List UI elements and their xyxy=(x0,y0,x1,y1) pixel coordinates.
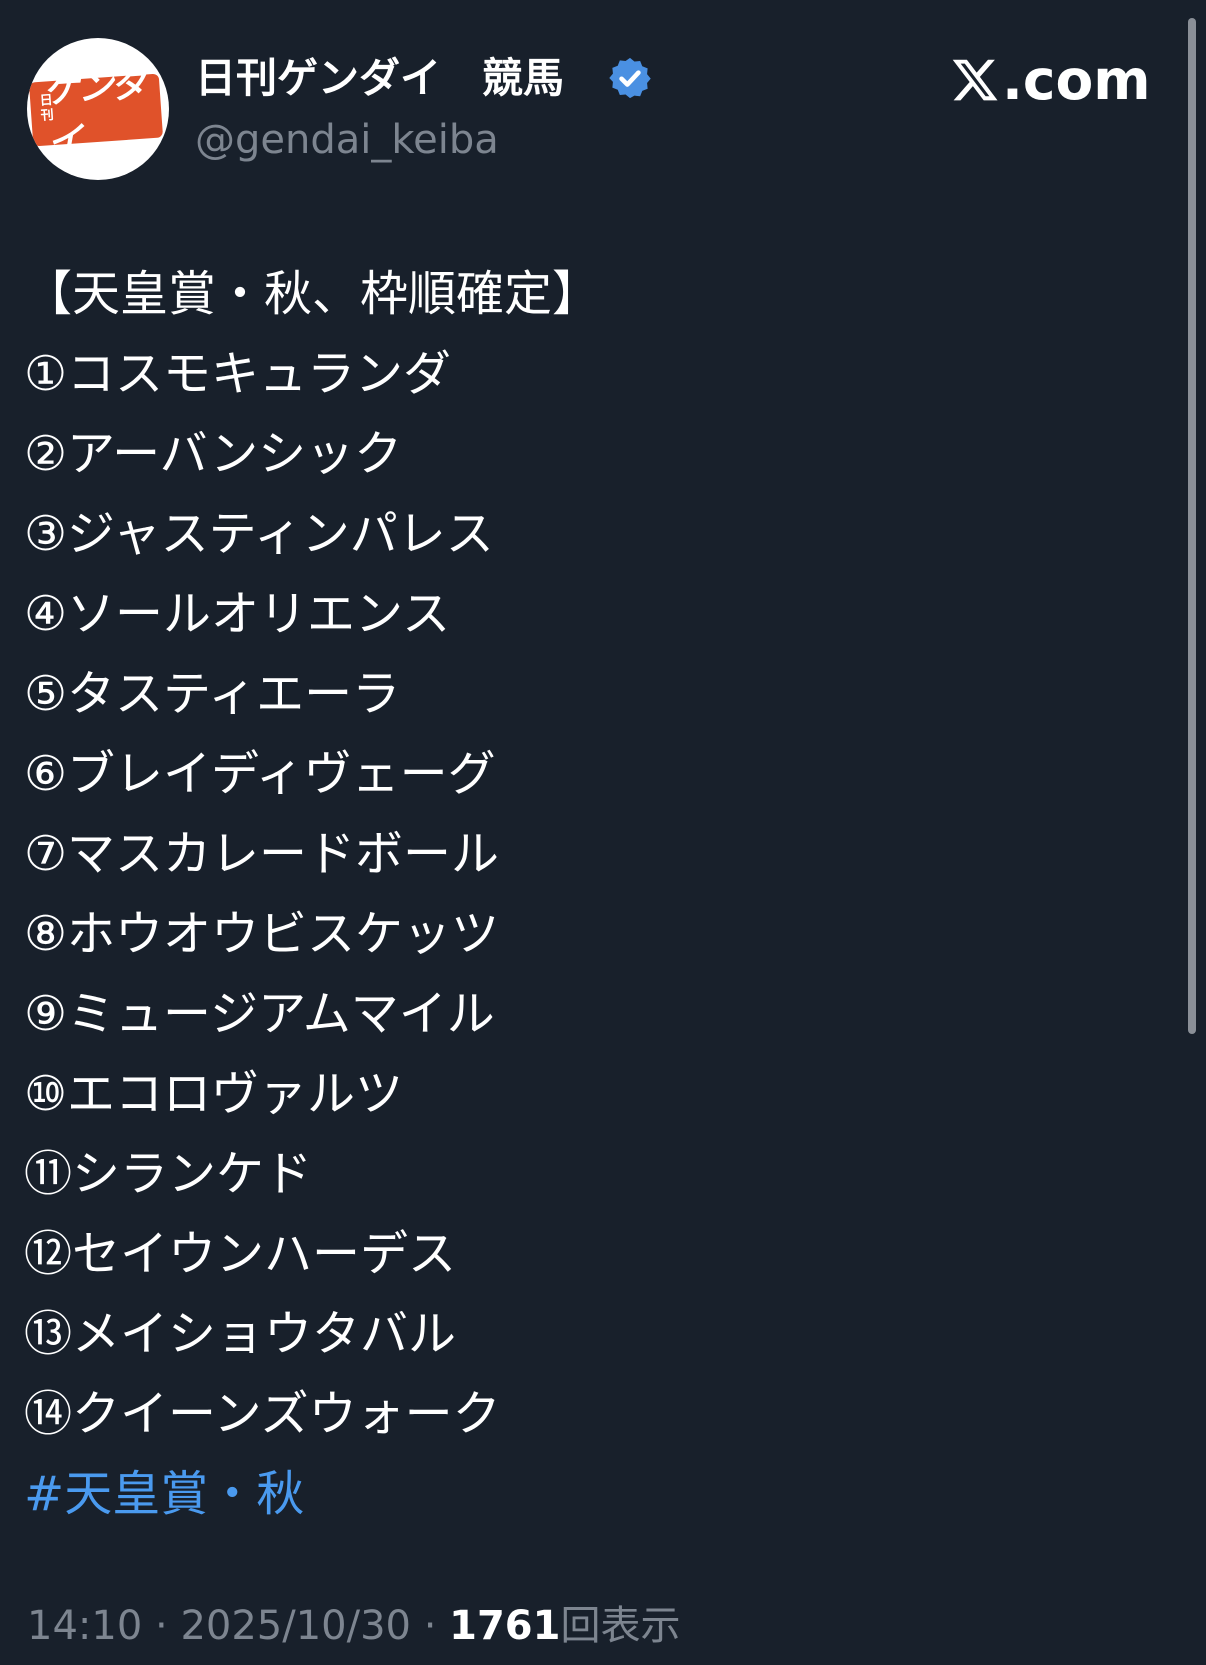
tweet-meta: 14:10 · 2025/10/30 · 1761回表示 xyxy=(27,1600,680,1652)
avatar-logo: 日刊 ゲンダイ xyxy=(28,64,164,163)
meta-separator: · xyxy=(142,1603,181,1649)
entry-12: ⑫セイウンハーデス xyxy=(24,1226,457,1282)
author-name[interactable]: 日刊ゲンダイ 競馬 xyxy=(195,52,564,104)
x-com-brand: .com xyxy=(950,50,1151,110)
entry-1: ①コスモキュランダ xyxy=(24,346,452,402)
entry-7: ⑦マスカレードボール xyxy=(24,826,500,882)
entry-2: ②アーバンシック xyxy=(24,426,403,482)
entry-10: ⑩エコロヴァルツ xyxy=(24,1066,404,1122)
entry-6: ⑥ブレイディヴェーグ xyxy=(24,746,496,802)
avatar-logo-main-text: ゲンダイ xyxy=(42,63,147,164)
views-count: 1761 xyxy=(449,1603,561,1649)
meta-separator: · xyxy=(410,1603,450,1649)
entry-3: ③ジャスティンパレス xyxy=(24,506,494,562)
tweet-heading: 【天皇賞・秋、枠順確定】 xyxy=(24,266,601,322)
tweet-body: 【天皇賞・秋、枠順確定】 ①コスモキュランダ ②アーバンシック ③ジャスティンパ… xyxy=(24,254,1164,1534)
views-label: 回表示 xyxy=(560,1603,681,1649)
verified-badge-icon xyxy=(609,57,651,99)
avatar[interactable]: 日刊 ゲンダイ xyxy=(27,38,169,180)
entry-9: ⑨ミュージアムマイル xyxy=(24,986,495,1042)
tweet-time[interactable]: 14:10 xyxy=(27,1603,142,1649)
entry-8: ⑧ホウオウビスケッツ xyxy=(24,906,500,962)
x-com-suffix: .com xyxy=(1002,48,1151,112)
avatar-logo-small-text: 日刊 xyxy=(39,93,55,124)
x-logo-icon xyxy=(952,59,998,101)
scrollbar[interactable] xyxy=(1188,18,1196,1034)
tweet-date[interactable]: 2025/10/30 xyxy=(180,1603,411,1649)
entry-5: ⑤タスティエーラ xyxy=(24,666,401,722)
entry-4: ④ソールオリエンス xyxy=(24,586,451,642)
author-handle[interactable]: @gendai_keiba xyxy=(195,114,499,166)
entry-13: ⑬メイショウタバル xyxy=(24,1306,457,1362)
entry-11: ⑪シランケド xyxy=(24,1146,313,1202)
entry-14: ⑭クイーンズウォーク xyxy=(24,1386,501,1442)
hashtag-link[interactable]: #天皇賞・秋 xyxy=(24,1454,1164,1534)
